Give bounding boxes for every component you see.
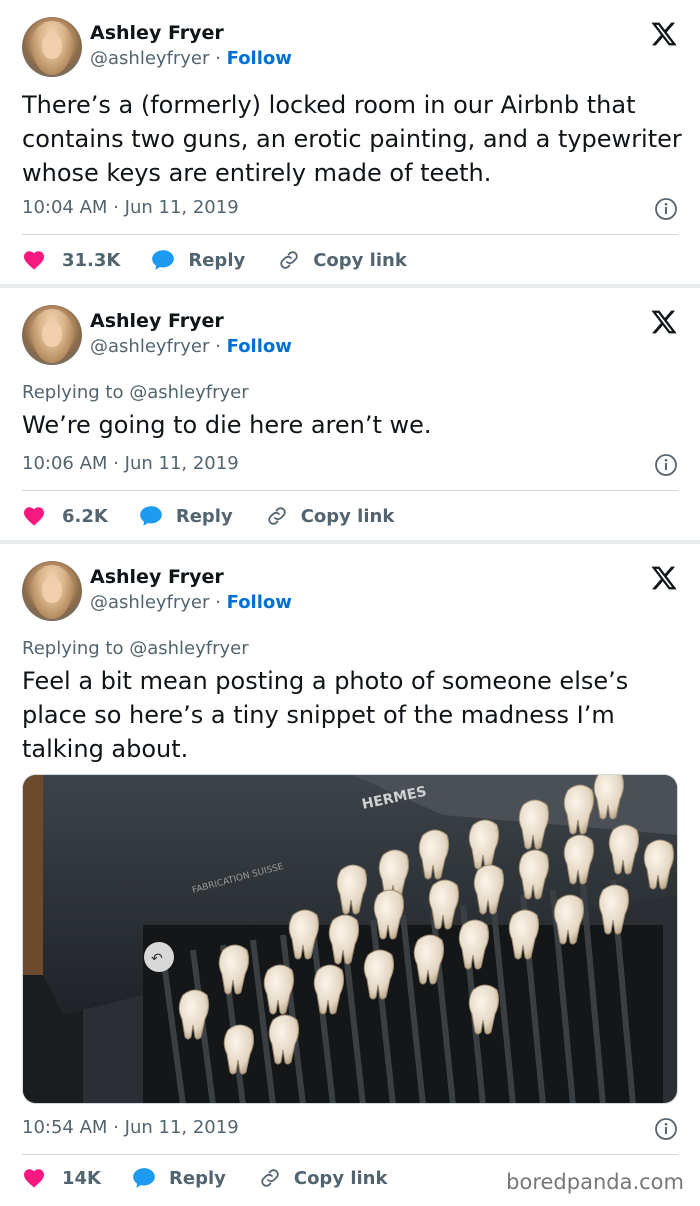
author-handle[interactable]: @ashleyfryer bbox=[90, 48, 209, 69]
copy-link-button[interactable]: Copy link bbox=[265, 504, 395, 528]
info-icon[interactable] bbox=[654, 453, 678, 477]
like-count: 14K bbox=[62, 1167, 101, 1189]
tweet-time: 10:06 AM bbox=[22, 453, 108, 474]
tweet-timestamp[interactable]: 10:54 AM · Jun 11, 2019 bbox=[22, 1117, 239, 1138]
copy-link-label: Copy link bbox=[293, 1167, 388, 1189]
tweet-timestamp[interactable]: 10:04 AM · Jun 11, 2019 bbox=[22, 197, 239, 218]
tweet-text: There’s a (formerly) locked room in our … bbox=[22, 91, 682, 187]
info-icon[interactable] bbox=[654, 1117, 678, 1141]
x-logo-icon[interactable] bbox=[650, 20, 678, 48]
like-button[interactable]: 6.2K bbox=[22, 504, 108, 528]
link-icon bbox=[261, 1169, 279, 1187]
avatar[interactable] bbox=[22, 17, 82, 77]
replying-to[interactable]: Replying to @ashleyfryer bbox=[22, 638, 249, 659]
watermark: boredpanda.com bbox=[506, 1170, 684, 1194]
replying-to[interactable]: Replying to @ashleyfryer bbox=[22, 382, 249, 403]
time-separator: · bbox=[113, 197, 119, 218]
tweet-time: 10:54 AM bbox=[22, 1117, 108, 1138]
copy-link-label: Copy link bbox=[300, 505, 395, 527]
tweet-card: Ashley Fryer @ashleyfryer · Follow Reply… bbox=[0, 288, 700, 540]
reply-label: Reply bbox=[175, 505, 233, 527]
reply-button[interactable]: Reply bbox=[150, 247, 245, 273]
tweet-actions: 6.2K Reply Copy link bbox=[22, 501, 394, 531]
author-name[interactable]: Ashley Fryer bbox=[90, 22, 224, 44]
svg-text:↶: ↶ bbox=[151, 951, 163, 967]
heart-icon bbox=[24, 1169, 44, 1188]
reply-label: Reply bbox=[188, 249, 246, 271]
link-icon bbox=[268, 507, 286, 525]
reply-button[interactable]: Reply bbox=[138, 503, 233, 529]
tweet-timestamp[interactable]: 10:06 AM · Jun 11, 2019 bbox=[22, 453, 239, 474]
author-handle-row: @ashleyfryer · Follow bbox=[90, 48, 292, 69]
tweet-photo[interactable]: HERMES FABRICATION SUISSE ↶ bbox=[22, 774, 678, 1104]
copy-link-label: Copy link bbox=[313, 249, 407, 271]
x-logo-icon[interactable] bbox=[650, 308, 678, 336]
reply-button[interactable]: Reply bbox=[131, 1165, 226, 1191]
tweet-text: We’re going to die here aren’t we. bbox=[22, 411, 432, 439]
copy-link-button[interactable]: Copy link bbox=[277, 248, 407, 272]
tweet-date: Jun 11, 2019 bbox=[124, 197, 239, 218]
tweet-actions: 31.3K Reply Copy link bbox=[22, 245, 407, 275]
speech-bubble-icon bbox=[133, 1168, 155, 1188]
x-logo-icon[interactable] bbox=[650, 564, 678, 592]
tweet-card: Ashley Fryer @ashleyfryer · Follow Reply… bbox=[0, 544, 700, 1206]
tweet-actions: 14K Reply Copy link bbox=[22, 1163, 387, 1193]
separator: · bbox=[215, 48, 221, 69]
like-button[interactable]: 31.3K bbox=[22, 248, 120, 272]
author-handle[interactable]: @ashleyfryer bbox=[90, 592, 209, 613]
author-handle-row: @ashleyfryer · Follow bbox=[90, 336, 292, 357]
tweet-time: 10:04 AM bbox=[22, 197, 108, 218]
copy-link-button[interactable]: Copy link bbox=[258, 1166, 388, 1190]
follow-link[interactable]: Follow bbox=[227, 592, 292, 613]
separator: · bbox=[215, 592, 221, 613]
tweet-card: Ashley Fryer @ashleyfryer · Follow There… bbox=[0, 0, 700, 284]
link-icon bbox=[280, 251, 298, 269]
author-handle-row: @ashleyfryer · Follow bbox=[90, 592, 292, 613]
divider bbox=[22, 234, 678, 235]
speech-bubble-icon bbox=[140, 506, 162, 526]
like-count: 31.3K bbox=[62, 249, 121, 271]
info-icon[interactable] bbox=[654, 197, 678, 221]
author-name[interactable]: Ashley Fryer bbox=[90, 566, 224, 588]
tweet-text: Feel a bit mean posting a photo of someo… bbox=[22, 667, 629, 763]
divider bbox=[22, 1154, 678, 1155]
avatar[interactable] bbox=[22, 561, 82, 621]
reply-label: Reply bbox=[169, 1167, 226, 1189]
separator: · bbox=[215, 336, 221, 357]
author-handle[interactable]: @ashleyfryer bbox=[90, 336, 209, 357]
divider bbox=[22, 490, 678, 491]
speech-bubble-icon bbox=[152, 250, 175, 270]
avatar[interactable] bbox=[22, 305, 82, 365]
time-separator: · bbox=[113, 453, 119, 474]
heart-icon bbox=[24, 507, 44, 526]
tweet-date: Jun 11, 2019 bbox=[124, 1117, 239, 1138]
like-count: 6.2K bbox=[62, 505, 108, 527]
time-separator: · bbox=[113, 1117, 119, 1138]
heart-icon bbox=[24, 251, 44, 270]
follow-link[interactable]: Follow bbox=[227, 48, 292, 69]
follow-link[interactable]: Follow bbox=[227, 336, 292, 357]
typewriter-photo: HERMES FABRICATION SUISSE ↶ bbox=[23, 775, 677, 1103]
author-name[interactable]: Ashley Fryer bbox=[90, 310, 224, 332]
like-button[interactable]: 14K bbox=[22, 1166, 101, 1190]
tweet-date: Jun 11, 2019 bbox=[124, 453, 239, 474]
